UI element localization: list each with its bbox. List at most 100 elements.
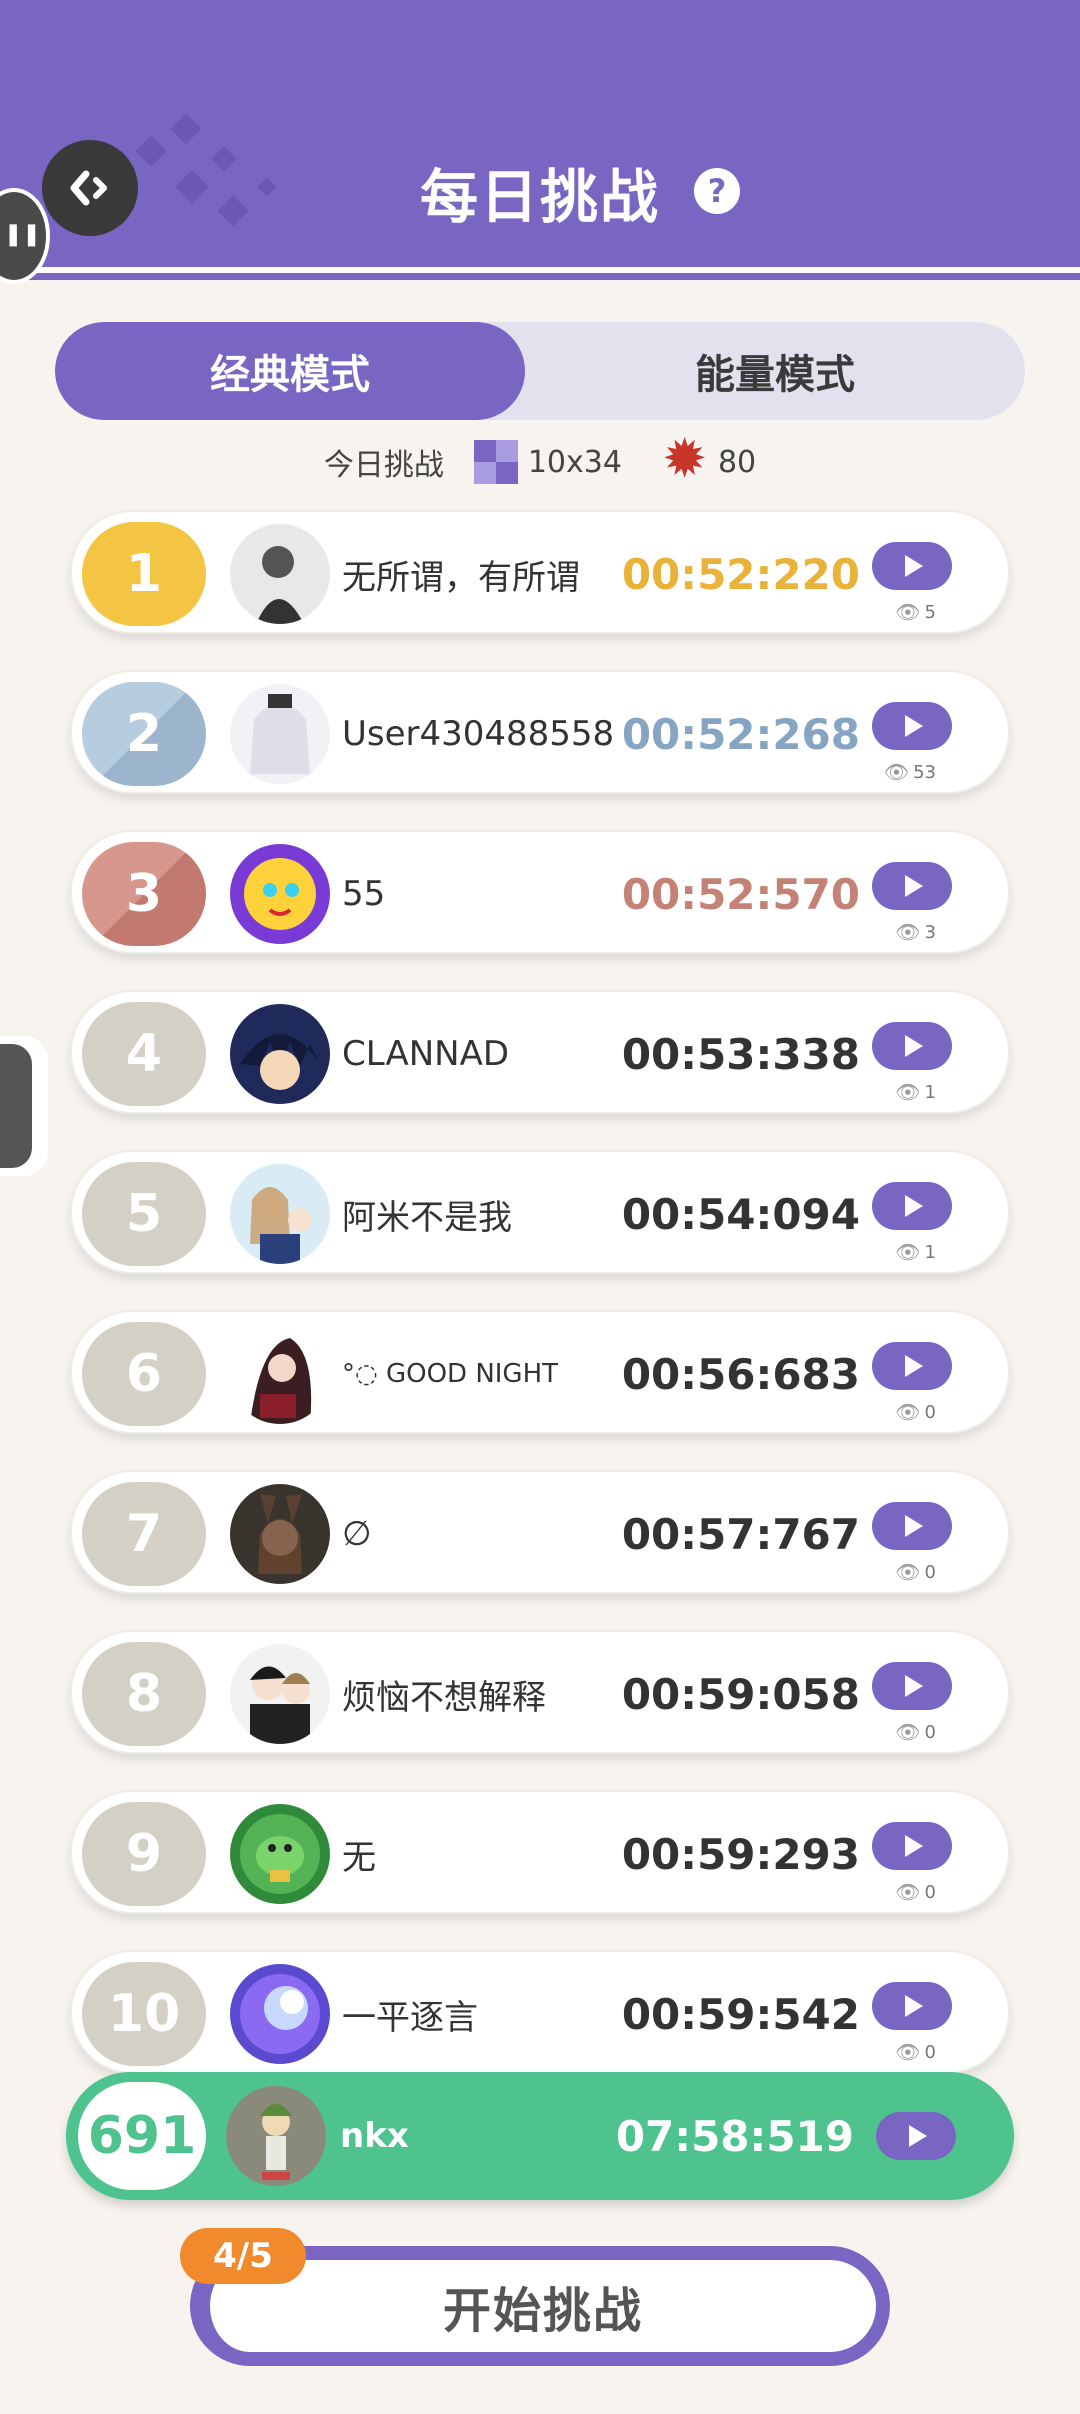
today-challenge-info: 今日挑战 10x34 80 <box>0 427 1080 490</box>
rank-badge: 1 <box>82 522 206 626</box>
replay-button[interactable] <box>872 1182 952 1230</box>
tab-classic-mode[interactable]: 经典模式 <box>55 322 525 420</box>
replay-button[interactable] <box>872 1022 952 1070</box>
leaderboard-row[interactable]: 4 CLANNAD 00:53:338 👁 1 <box>70 990 1010 1114</box>
eye-icon: 👁 <box>895 600 921 624</box>
player-time: 00:57:767 <box>621 1509 860 1559</box>
view-count-value: 1 <box>924 1241 936 1263</box>
player-name: °◌ GOOD NIGHT <box>342 1359 559 1389</box>
eye-icon: 👁 <box>883 760 910 784</box>
leaderboard-row[interactable]: 2 User430488558 00:52:268 👁 53 <box>70 670 1010 794</box>
view-count-value: 0 <box>924 1881 936 1903</box>
leaderboard-row[interactable]: 8 烦恼不想解释 00:59:058 👁 0 <box>70 1630 1010 1754</box>
play-icon <box>905 1515 923 1537</box>
replay-button[interactable] <box>872 702 952 750</box>
player-time: 00:59:293 <box>621 1829 860 1879</box>
avatar[interactable] <box>230 844 330 944</box>
attempts-badge: 4/5 <box>180 2228 306 2284</box>
rank-badge: 4 <box>82 1002 206 1106</box>
my-time: 07:58:519 <box>615 2111 854 2161</box>
rank-badge: 8 <box>82 1642 206 1746</box>
view-count: 👁 53 <box>884 760 936 784</box>
player-time: 00:59:058 <box>621 1669 860 1719</box>
replay-button[interactable] <box>872 1982 952 2030</box>
view-count-value: 0 <box>924 1401 936 1423</box>
eye-icon: 👁 <box>895 1080 921 1104</box>
play-icon <box>905 555 923 577</box>
leaderboard-row[interactable]: 9 无 00:59:293 👁 0 <box>70 1790 1010 1914</box>
leaderboard-row[interactable]: 5 阿米不是我 00:54:094 👁 1 <box>70 1150 1010 1274</box>
view-count: 👁 5 <box>895 600 936 624</box>
play-icon <box>905 1995 923 2017</box>
player-name: 无 <box>342 1837 376 1878</box>
header-divider <box>0 262 1080 280</box>
play-icon <box>905 1355 923 1377</box>
replay-button[interactable] <box>872 1502 952 1550</box>
avatar[interactable] <box>226 2086 326 2186</box>
replay-button[interactable] <box>872 1662 952 1710</box>
avatar[interactable] <box>230 1644 330 1744</box>
my-rank-row[interactable]: 691 nkx 07:58:519 <box>66 2072 1014 2200</box>
avatar[interactable] <box>230 524 330 624</box>
view-count-value: 5 <box>924 601 936 623</box>
view-count-value: 1 <box>924 1081 936 1103</box>
avatar[interactable] <box>230 684 330 784</box>
avatar[interactable] <box>230 1004 330 1104</box>
view-count-value: 0 <box>924 1721 936 1743</box>
player-name: 烦恼不想解释 <box>342 1677 546 1718</box>
avatar[interactable] <box>230 1164 330 1264</box>
replay-button[interactable] <box>872 1822 952 1870</box>
view-count-value: 3 <box>924 921 936 943</box>
view-count-value: 0 <box>924 2041 936 2063</box>
leaderboard-row[interactable]: 1 无所谓，有所谓 00:52:220 👁 5 <box>70 510 1010 634</box>
player-time: 00:52:268 <box>621 709 860 759</box>
eye-icon: 👁 <box>895 2040 921 2064</box>
player-time: 00:59:542 <box>621 1989 860 2039</box>
my-replay-button[interactable] <box>876 2112 956 2160</box>
play-icon <box>905 875 923 897</box>
avatar[interactable] <box>230 1324 330 1424</box>
rank-badge: 5 <box>82 1162 206 1266</box>
play-icon <box>905 715 923 737</box>
view-count-value: 53 <box>913 761 936 783</box>
replay-button[interactable] <box>872 862 952 910</box>
rank-badge: 2 <box>82 682 206 786</box>
player-time: 00:53:338 <box>621 1029 860 1079</box>
back-icon <box>70 170 107 206</box>
player-name: 无所谓，有所谓 <box>342 557 580 598</box>
rank-badge: 9 <box>82 1802 206 1906</box>
header-bar: 每日挑战 ? <box>0 0 1080 262</box>
avatar[interactable] <box>230 1804 330 1904</box>
eye-icon: 👁 <box>895 1880 921 1904</box>
rank-badge: 3 <box>82 842 206 946</box>
play-icon <box>905 1675 923 1697</box>
view-count: 👁 0 <box>895 1560 936 1584</box>
replay-button[interactable] <box>872 542 952 590</box>
view-count: 👁 0 <box>895 1880 936 1904</box>
replay-button[interactable] <box>872 1342 952 1390</box>
rank-badge: 10 <box>82 1962 206 2066</box>
leaderboard-row[interactable]: 6 °◌ GOOD NIGHT 00:56:683 👁 0 <box>70 1310 1010 1434</box>
tab-energy-mode[interactable]: 能量模式 <box>525 322 1025 420</box>
player-name: 阿米不是我 <box>342 1197 512 1238</box>
leaderboard-row[interactable]: 7 ∅ 00:57:767 👁 0 <box>70 1470 1010 1594</box>
leaderboard-row[interactable]: 3 55 00:52:570 👁 3 <box>70 830 1010 954</box>
eye-icon: 👁 <box>895 920 921 944</box>
player-name: 55 <box>342 874 386 914</box>
rank-badge: 7 <box>82 1482 206 1586</box>
side-toggle-handle[interactable] <box>0 1036 48 1176</box>
player-name: CLANNAD <box>342 1034 510 1074</box>
view-count: 👁 1 <box>895 1240 936 1264</box>
view-count-value: 0 <box>924 1561 936 1583</box>
back-button[interactable] <box>42 140 138 236</box>
leaderboard-row[interactable]: 10 一平逐言 00:59:542 👁 0 <box>70 1950 1010 2074</box>
help-icon[interactable]: ? <box>694 168 740 214</box>
player-name: ∅ <box>342 1514 372 1554</box>
grid-size: 10x34 <box>527 444 622 480</box>
avatar[interactable] <box>230 1964 330 2064</box>
player-time: 00:52:220 <box>621 549 860 599</box>
play-icon <box>905 1195 923 1217</box>
player-time: 00:52:570 <box>621 869 860 919</box>
sun-icon <box>662 427 708 490</box>
avatar[interactable] <box>230 1484 330 1584</box>
